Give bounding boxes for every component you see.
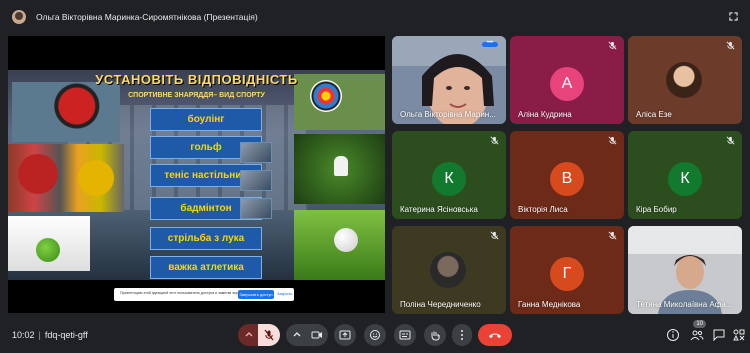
- people-icon: [690, 330, 704, 341]
- mic-off-icon: [608, 136, 617, 145]
- sport-label: боулінг: [150, 108, 262, 131]
- participant-name: Поліна Чередниченко: [400, 300, 481, 309]
- bowling-image: [8, 216, 90, 271]
- participant-avatar: К: [668, 162, 702, 196]
- chevron-up-icon: [293, 332, 301, 337]
- more-options-button[interactable]: [452, 324, 472, 346]
- raise-hand-icon: [431, 331, 440, 341]
- more-vert-icon: [461, 330, 463, 340]
- participant-tile[interactable]: Г Ганна Меднікова: [510, 226, 624, 314]
- camera-toggle-button[interactable]: [306, 324, 328, 346]
- participant-tile[interactable]: К Кіра Бобир: [628, 131, 742, 219]
- participant-name: Ольга Вікторівна Марин...: [400, 110, 496, 119]
- participant-avatar: К: [432, 162, 466, 196]
- participant-name: Тетяна Миколаївна Афа...: [636, 300, 733, 309]
- chat-button[interactable]: [712, 328, 726, 342]
- mic-off-icon: [608, 41, 617, 50]
- bottom-bar: 10:02 | fdq-qeti-gff 10: [0, 318, 750, 353]
- end-call-button[interactable]: [478, 324, 512, 346]
- meeting-time: 10:02: [12, 330, 35, 340]
- meeting-info: 10:02 | fdq-qeti-gff: [12, 330, 88, 340]
- presentation-title: Ольга Вікторівна Маринка-Сиромятнікова (…: [36, 12, 258, 22]
- raise-hand-button[interactable]: [424, 324, 446, 346]
- access-notice: Презентацию этой функцией этот пользоват…: [114, 288, 294, 301]
- participant-name: Кіра Бобир: [636, 205, 677, 214]
- reactions-button[interactable]: [364, 324, 386, 346]
- participant-tile[interactable]: Поліна Чередниченко: [392, 226, 506, 314]
- captions-button[interactable]: [394, 324, 416, 346]
- camera-options-button[interactable]: [286, 324, 308, 346]
- participant-avatar: А: [550, 67, 584, 101]
- mic-off-icon: [726, 136, 735, 145]
- badminton-image: [294, 134, 385, 204]
- mic-off-icon: [490, 136, 499, 145]
- present-icon: [339, 330, 351, 340]
- participant-photo: [666, 62, 702, 98]
- close-notice-button[interactable]: Закрыть: [277, 291, 292, 296]
- top-bar: Ольга Вікторівна Маринка-Сиромятнікова (…: [0, 0, 750, 34]
- participant-name: Катерина Ясіновська: [400, 205, 478, 214]
- participant-avatar: В: [550, 162, 584, 196]
- camera-icon: [311, 331, 322, 339]
- present-button[interactable]: [334, 324, 356, 346]
- mic-off-icon: [490, 231, 499, 240]
- end-call-icon: [489, 333, 501, 338]
- access-notice-text: Презентацию этой функцией этот пользоват…: [120, 291, 244, 295]
- participant-name: Аліна Кудрина: [518, 110, 572, 119]
- mic-off-icon: [608, 231, 617, 240]
- mic-toggle-button[interactable]: [258, 324, 280, 346]
- participant-tile[interactable]: Тетяна Миколаївна Афа...: [628, 226, 742, 314]
- meeting-code: fdq-qeti-gff: [44, 330, 88, 340]
- info-button[interactable]: [666, 328, 680, 342]
- info-icon: [667, 329, 679, 341]
- more-options-icon[interactable]: •••: [482, 40, 498, 47]
- participant-name: Ганна Меднікова: [518, 300, 581, 309]
- slide: УСТАНОВІТЬ ВІДПОВІДНІСТЬ СПОРТИВНЕ ЗНАРЯ…: [8, 70, 385, 280]
- request-access-button[interactable]: Запросить доступ: [238, 290, 274, 299]
- participant-name: Аліса Езе: [636, 110, 672, 119]
- participant-tile[interactable]: К Катерина Ясіновська: [392, 131, 506, 219]
- presenter-avatar: [12, 10, 26, 24]
- participants-count-badge: 10: [693, 320, 706, 328]
- presentation-area: УСТАНОВІТЬ ВІДПОВІДНІСТЬ СПОРТИВНЕ ЗНАРЯ…: [8, 36, 385, 313]
- activities-icon: [733, 329, 745, 341]
- slide-thumbnails: [240, 142, 272, 280]
- people-button[interactable]: 10: [690, 320, 706, 342]
- mic-options-button[interactable]: [238, 324, 260, 346]
- mic-off-icon: [726, 41, 735, 50]
- expand-icon[interactable]: [729, 12, 738, 21]
- ping-pong-image: [12, 82, 120, 142]
- participant-avatar: Г: [550, 257, 584, 291]
- slide-thumbnail: [240, 198, 272, 219]
- mic-off-icon: [264, 329, 274, 341]
- slide-subtitle: СПОРТИВНЕ ЗНАРЯДДЯ– ВИД СПОРТУ: [128, 92, 265, 99]
- participant-tile[interactable]: В Вікторія Лиса: [510, 131, 624, 219]
- chat-icon: [713, 329, 725, 342]
- participant-photo: [430, 252, 466, 288]
- participant-tile[interactable]: А Аліна Кудрина: [510, 36, 624, 124]
- slide-thumbnail: [240, 142, 272, 163]
- slide-title: УСТАНОВІТЬ ВІДПОВІДНІСТЬ: [95, 72, 298, 87]
- golf-image: [294, 210, 385, 280]
- captions-icon: [399, 330, 411, 340]
- participant-tile[interactable]: Аліса Езе: [628, 36, 742, 124]
- activities-button[interactable]: [732, 328, 746, 342]
- participant-tile[interactable]: ••• Ольга Вікторівна Марин...: [392, 36, 506, 124]
- chevron-up-icon: [245, 332, 253, 337]
- participant-name: Вікторія Лиса: [518, 205, 568, 214]
- emoji-icon: [370, 330, 380, 340]
- slide-thumbnail: [240, 170, 272, 191]
- weights-image: [8, 144, 124, 212]
- mic-off-icon: [726, 231, 735, 240]
